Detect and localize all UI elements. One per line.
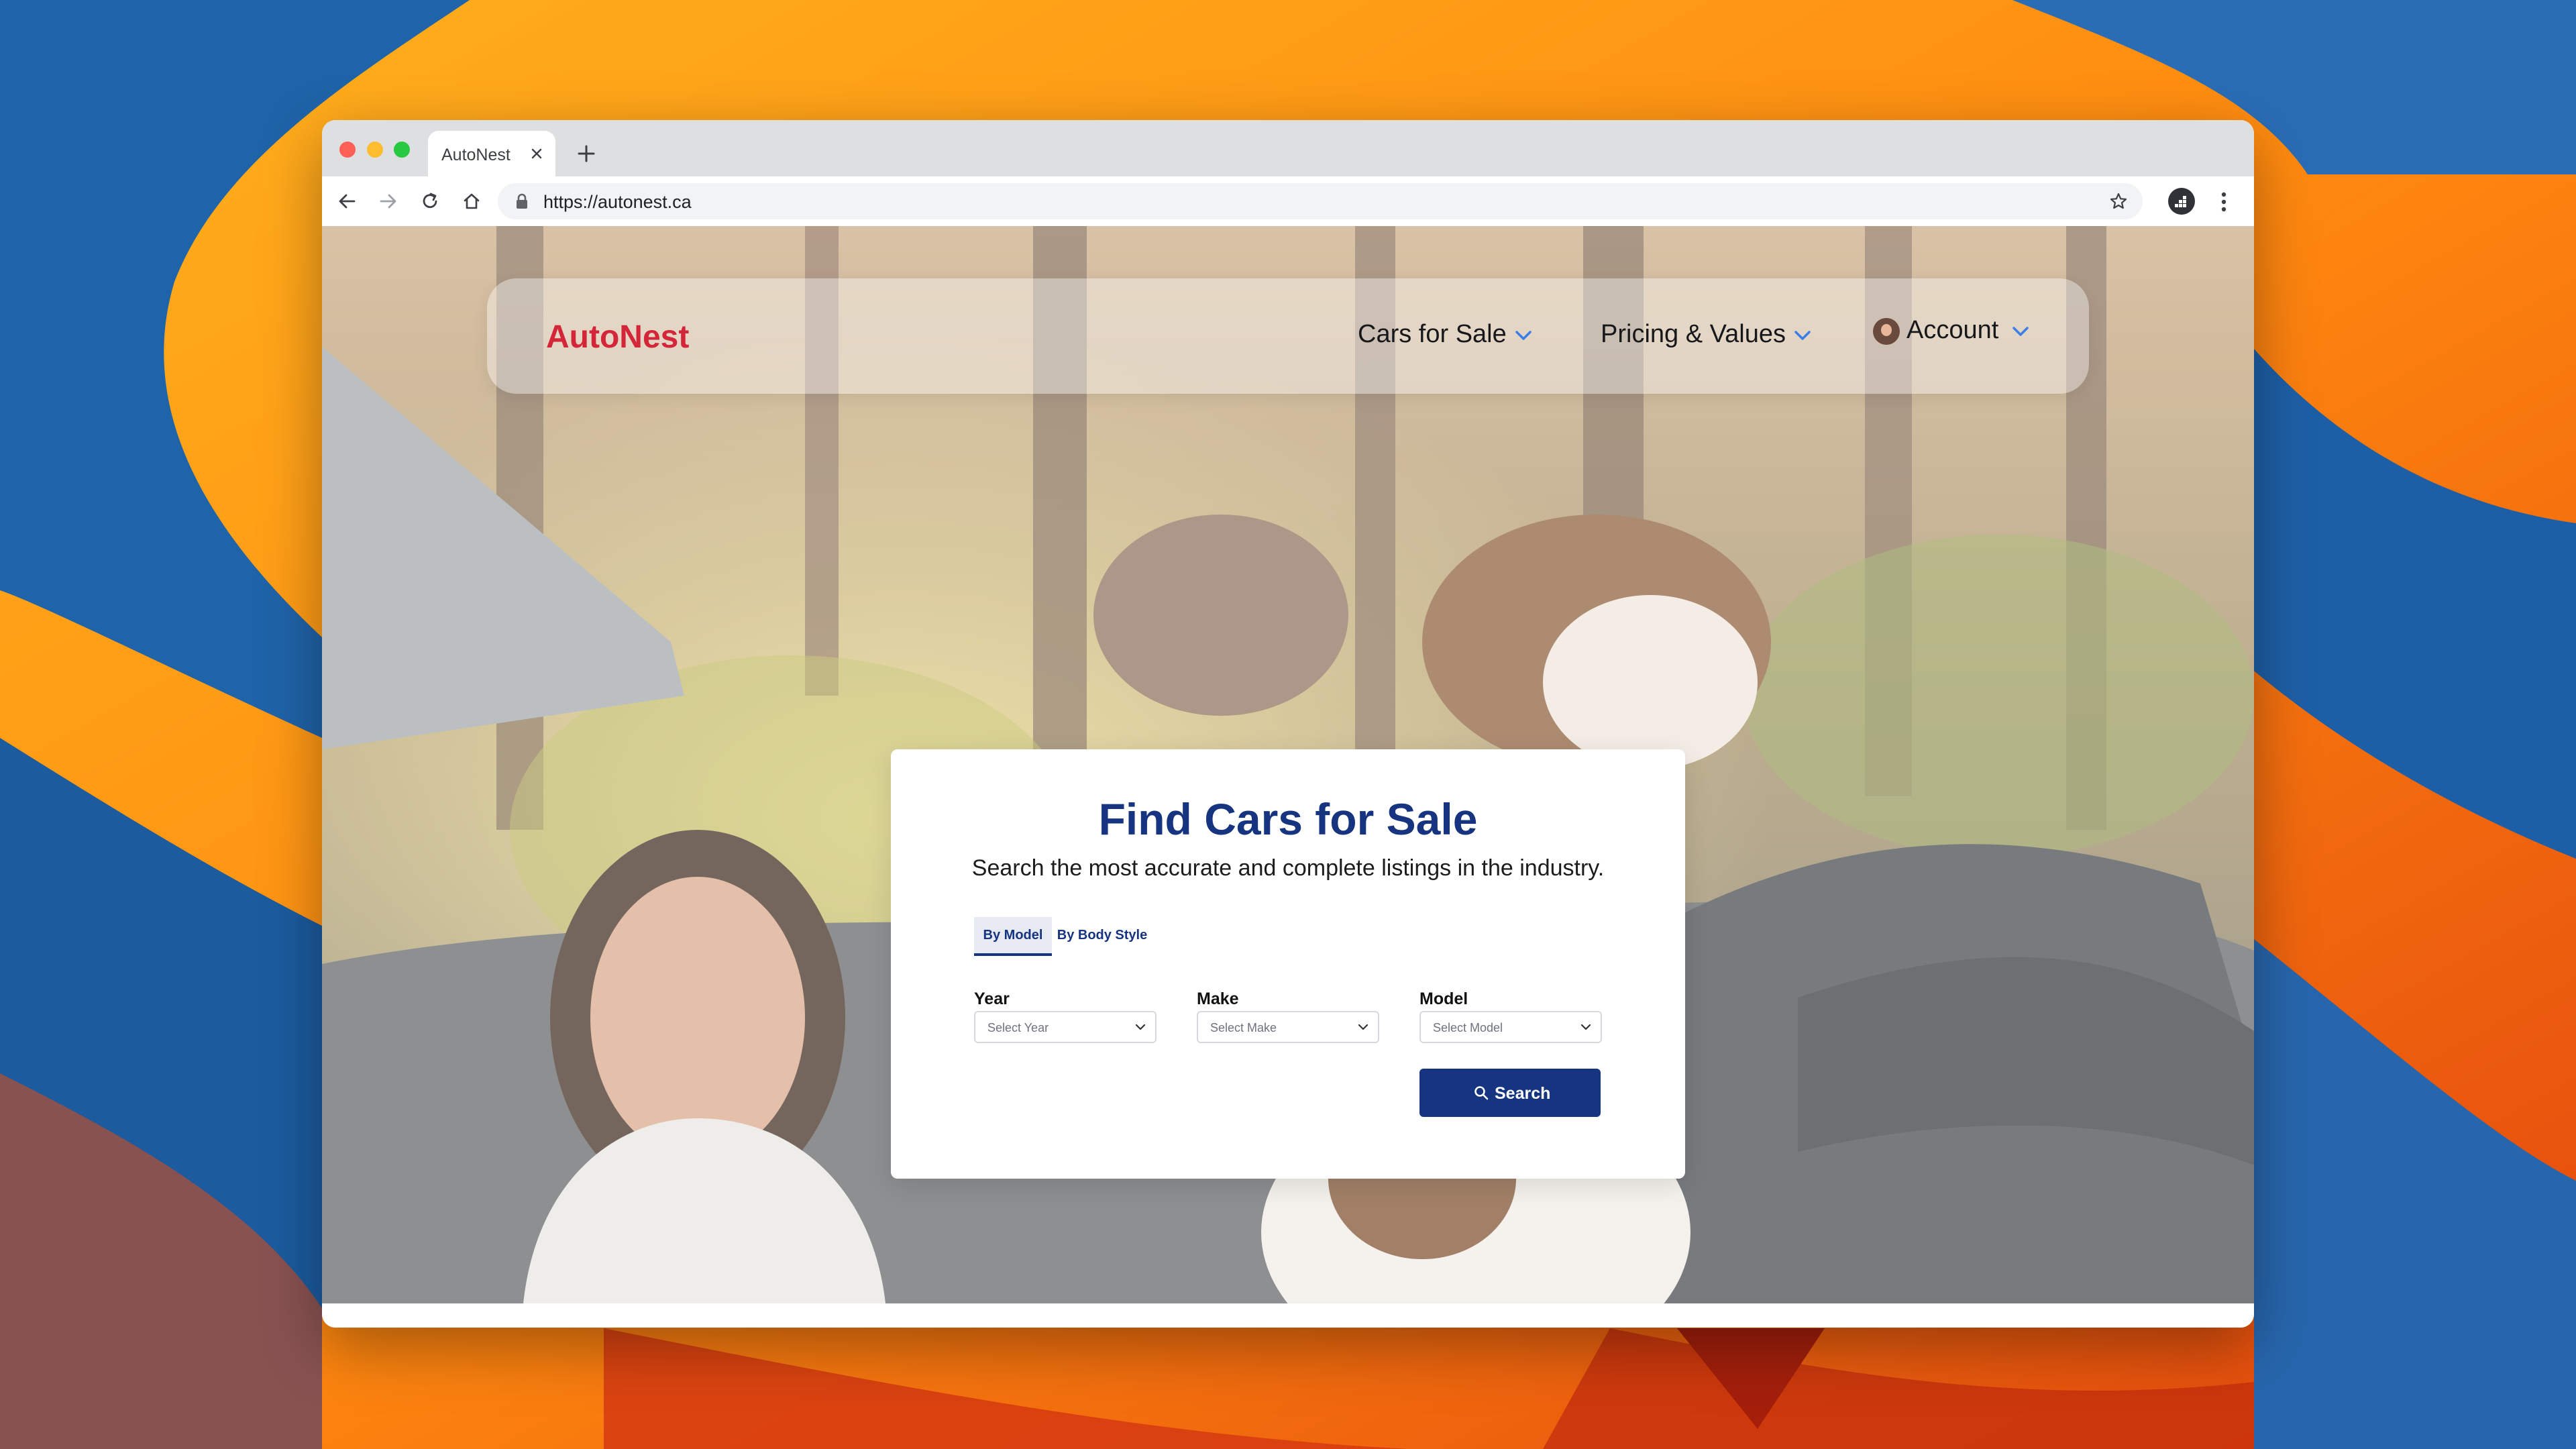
close-icon[interactable] [530,147,543,160]
tab-by-model-label: By Model [983,928,1043,943]
chevron-down-icon [1794,331,1811,340]
browser-window: AutoNest https://autonest.ca AutoNest Ca… [322,120,2254,1328]
search-button-label: Search [1495,1084,1551,1103]
back-icon[interactable] [337,191,357,211]
maximize-window-button[interactable] [394,142,410,158]
make-label: Make [1197,989,1239,1008]
url-text: https://autonest.ca [543,192,692,212]
chevron-down-icon [1515,331,1532,340]
site-logo[interactable]: AutoNest [546,319,689,356]
chevron-down-icon [1135,1024,1146,1030]
minimize-window-button[interactable] [367,142,383,158]
nav-cars-for-sale[interactable]: Cars for Sale [1358,320,1532,349]
make-select-placeholder: Select Make [1210,1021,1277,1034]
chevron-down-icon [1580,1024,1591,1030]
model-label: Model [1419,989,1468,1008]
home-icon[interactable] [462,191,482,211]
reload-icon[interactable] [420,191,440,211]
address-bar[interactable]: https://autonest.ca [498,183,2143,219]
chevron-down-icon [1358,1024,1368,1030]
nav-account[interactable]: Account [1873,316,2029,345]
nav-pricing-values-label: Pricing & Values [1601,320,1786,348]
lock-icon [517,193,527,209]
browser-tab[interactable]: AutoNest [428,131,555,176]
site-header: AutoNest Cars for Sale Pricing & Values … [487,278,2089,394]
more-vert-icon[interactable] [2220,191,2227,213]
page-viewport: AutoNest Cars for Sale Pricing & Values … [322,226,2254,1303]
page-title: Find Cars for Sale [1098,794,1478,844]
model-select[interactable]: Select Model [1419,1011,1602,1043]
close-window-button[interactable] [339,142,356,158]
window-bottom-edge [322,1303,2254,1328]
tab-strip: AutoNest [322,120,2254,176]
tab-title: AutoNest [441,146,511,164]
year-select-placeholder: Select Year [987,1021,1049,1034]
search-icon [1474,1086,1489,1100]
avatar [1873,317,1900,345]
browser-toolbar: https://autonest.ca [322,176,2254,227]
extension-icon[interactable] [2168,188,2195,215]
plus-icon[interactable] [576,143,597,164]
search-button[interactable]: Search [1419,1069,1601,1117]
tab-by-model[interactable]: By Model [974,917,1052,956]
nav-pricing-values[interactable]: Pricing & Values [1601,320,1811,349]
chevron-down-icon [2012,327,2029,336]
tab-by-body-style-label: By Body Style [1057,928,1148,943]
nav-cars-for-sale-label: Cars for Sale [1358,320,1507,348]
model-select-placeholder: Select Model [1433,1021,1503,1034]
year-label: Year [974,989,1010,1008]
star-icon[interactable] [2109,192,2128,211]
make-select[interactable]: Select Make [1197,1011,1379,1043]
year-select[interactable]: Select Year [974,1011,1157,1043]
page-subtitle: Search the most accurate and complete li… [971,855,1605,881]
nav-account-label: Account [1907,316,1999,344]
forward-icon[interactable] [378,191,398,211]
search-card: Find Cars for Sale Search the most accur… [891,749,1685,1179]
tab-by-body-style[interactable]: By Body Style [1052,917,1152,953]
